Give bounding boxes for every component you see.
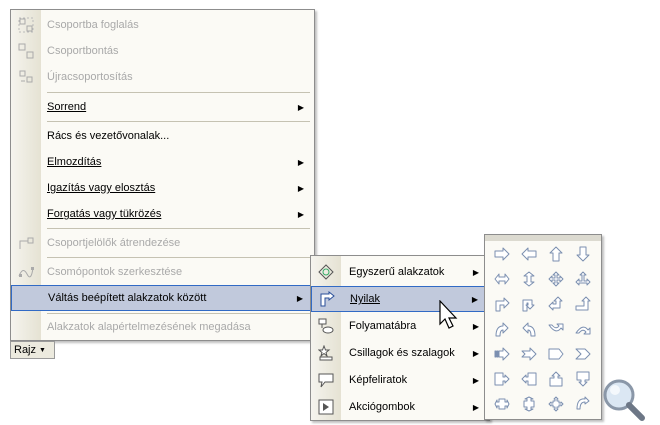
- menu-item-label: Elmozdítás: [47, 156, 102, 168]
- left-arrow-icon[interactable]: [520, 245, 538, 263]
- menu-item-label: Igazítás vagy elosztás: [47, 182, 156, 194]
- stars-banners-icon: [317, 344, 335, 362]
- group-icon: [17, 16, 35, 34]
- submenu-item-block-arrows[interactable]: Nyilak ▶: [311, 286, 489, 312]
- curved-down-arrow-icon[interactable]: [574, 320, 592, 338]
- mouse-pointer-icon: [439, 300, 458, 329]
- curved-left-arrow-icon[interactable]: [520, 320, 538, 338]
- menu-item-label: Képfeliratok: [349, 374, 408, 386]
- right-arrow-icon[interactable]: [493, 245, 511, 263]
- dropdown-arrow-icon: ▼: [39, 346, 46, 354]
- flowchart-icon: [317, 317, 335, 335]
- submenu-item-basic-shapes[interactable]: Egyszerű alakzatok ▶: [311, 259, 489, 285]
- menu-item-label: Csomópontok szerkesztése: [47, 266, 183, 278]
- menu-item-label: Csoportjelölők átrendezése: [47, 237, 181, 249]
- menu-separator: [47, 228, 310, 229]
- submenu-arrow-icon: ▶: [472, 267, 479, 277]
- striped-right-arrow-icon[interactable]: [493, 345, 511, 363]
- quad-arrow-callout-icon[interactable]: [547, 395, 565, 413]
- menu-item-align-distribute[interactable]: Igazítás vagy elosztás ▶: [11, 175, 314, 201]
- menu-item-label: Sorrend: [47, 101, 87, 113]
- edit-points-icon: [17, 263, 35, 281]
- block-arrows-palette: [484, 234, 602, 420]
- left-right-up-arrow-icon[interactable]: [574, 270, 592, 288]
- up-arrow-icon[interactable]: [547, 245, 565, 263]
- up-down-arrow-callout-icon[interactable]: [520, 395, 538, 413]
- submenu-arrow-icon: ▶: [472, 348, 479, 358]
- menu-item-change-autoshape[interactable]: Váltás beépített alakzatok között ▶: [11, 285, 314, 311]
- circular-arrow-icon[interactable]: [574, 395, 592, 413]
- menu-item-group[interactable]: Csoportba foglalás: [11, 12, 314, 38]
- menu-item-label: Nyilak: [350, 293, 380, 305]
- menu-item-label: Újracsoportosítás: [47, 71, 133, 83]
- menu-separator: [47, 92, 310, 93]
- menu-item-label: Csoportba foglalás: [47, 19, 139, 31]
- submenu-item-stars-banners[interactable]: Csillagok és szalagok ▶: [311, 340, 489, 366]
- quad-arrow-icon[interactable]: [547, 270, 565, 288]
- submenu-arrow-icon: ▶: [471, 294, 478, 304]
- left-arrow-callout-icon[interactable]: [520, 370, 538, 388]
- menu-item-reroute[interactable]: Csoportjelölők átrendezése: [11, 230, 314, 256]
- bent-up-arrow-icon[interactable]: [574, 295, 592, 313]
- menu-item-regroup[interactable]: Újracsoportosítás: [11, 64, 314, 90]
- curved-up-arrow-icon[interactable]: [547, 320, 565, 338]
- draw-button[interactable]: Rajz ▼: [10, 341, 55, 359]
- menu-item-rotate-flip[interactable]: Forgatás vagy tükrözés ▶: [11, 201, 314, 227]
- submenu-arrow-icon: ▶: [297, 157, 304, 167]
- submenu-arrow-icon: ▶: [297, 183, 304, 193]
- submenu-arrow-icon: ▶: [472, 402, 479, 412]
- basic-shapes-icon: [317, 263, 335, 281]
- ungroup-icon: [17, 42, 35, 60]
- submenu-arrow-icon: ▶: [472, 321, 479, 331]
- submenu-arrow-icon: ▶: [296, 293, 303, 303]
- chevron-icon[interactable]: [574, 345, 592, 363]
- right-arrow-callout-icon[interactable]: [493, 370, 511, 388]
- menu-separator: [47, 257, 310, 258]
- pentagon-icon[interactable]: [547, 345, 565, 363]
- submenu-arrow-icon: ▶: [297, 209, 304, 219]
- callouts-icon: [317, 371, 335, 389]
- menu-item-label: Csoportbontás: [47, 45, 119, 57]
- left-right-arrow-callout-icon[interactable]: [493, 395, 511, 413]
- menu-item-label: Forgatás vagy tükrözés: [47, 208, 162, 220]
- down-arrow-icon[interactable]: [574, 245, 592, 263]
- bent-arrow-icon[interactable]: [493, 295, 511, 313]
- menu-item-ungroup[interactable]: Csoportbontás: [11, 38, 314, 64]
- menu-item-label: Egyszerű alakzatok: [349, 266, 445, 278]
- menu-item-nudge[interactable]: Elmozdítás ▶: [11, 149, 314, 175]
- submenu-item-action-buttons[interactable]: Akciógombok ▶: [311, 394, 489, 420]
- block-arrows-icon: [318, 290, 336, 308]
- menu-item-label: Csillagok és szalagok: [349, 347, 455, 359]
- left-right-arrow-icon[interactable]: [493, 270, 511, 288]
- menu-item-order[interactable]: Sorrend ▶: [11, 94, 314, 120]
- left-up-arrow-icon[interactable]: [547, 295, 565, 313]
- menu-item-label: Folyamatábra: [349, 320, 417, 332]
- menu-item-label: Rács és vezetővonalak...: [47, 130, 170, 142]
- menu-item-grid-guides[interactable]: Rács és vezetővonalak...: [11, 123, 314, 149]
- submenu-arrow-icon: ▶: [472, 375, 479, 385]
- up-down-arrow-icon[interactable]: [520, 270, 538, 288]
- palette-drag-handle[interactable]: [485, 235, 601, 241]
- menu-separator: [47, 121, 310, 122]
- submenu-arrow-icon: ▶: [297, 102, 304, 112]
- menu-item-label: Váltás beépített alakzatok között: [48, 292, 207, 304]
- notched-right-arrow-icon[interactable]: [520, 345, 538, 363]
- menu-item-label: Alakzatok alapértelmezésének megadása: [47, 321, 251, 333]
- curved-right-arrow-icon[interactable]: [493, 320, 511, 338]
- menu-item-set-defaults[interactable]: Alakzatok alapértelmezésének megadása: [11, 314, 314, 340]
- menu-item-label: Akciógombok: [349, 401, 416, 413]
- action-buttons-icon: [317, 398, 335, 416]
- magnifier-icon[interactable]: [600, 376, 646, 422]
- autoshape-submenu: Egyszerű alakzatok ▶ Nyilak ▶ Folyamatáb…: [310, 255, 490, 421]
- reroute-icon: [17, 234, 35, 252]
- regroup-icon: [17, 68, 35, 86]
- menu-item-edit-points[interactable]: Csomópontok szerkesztése: [11, 259, 314, 285]
- submenu-item-flowchart[interactable]: Folyamatábra ▶: [311, 313, 489, 339]
- draw-menu: Csoportba foglalás Csoportbontás Újracso…: [10, 9, 315, 341]
- u-turn-arrow-icon[interactable]: [520, 295, 538, 313]
- down-arrow-callout-icon[interactable]: [574, 370, 592, 388]
- up-arrow-callout-icon[interactable]: [547, 370, 565, 388]
- draw-button-label: Rajz: [14, 344, 37, 356]
- submenu-item-callouts[interactable]: Képfeliratok ▶: [311, 367, 489, 393]
